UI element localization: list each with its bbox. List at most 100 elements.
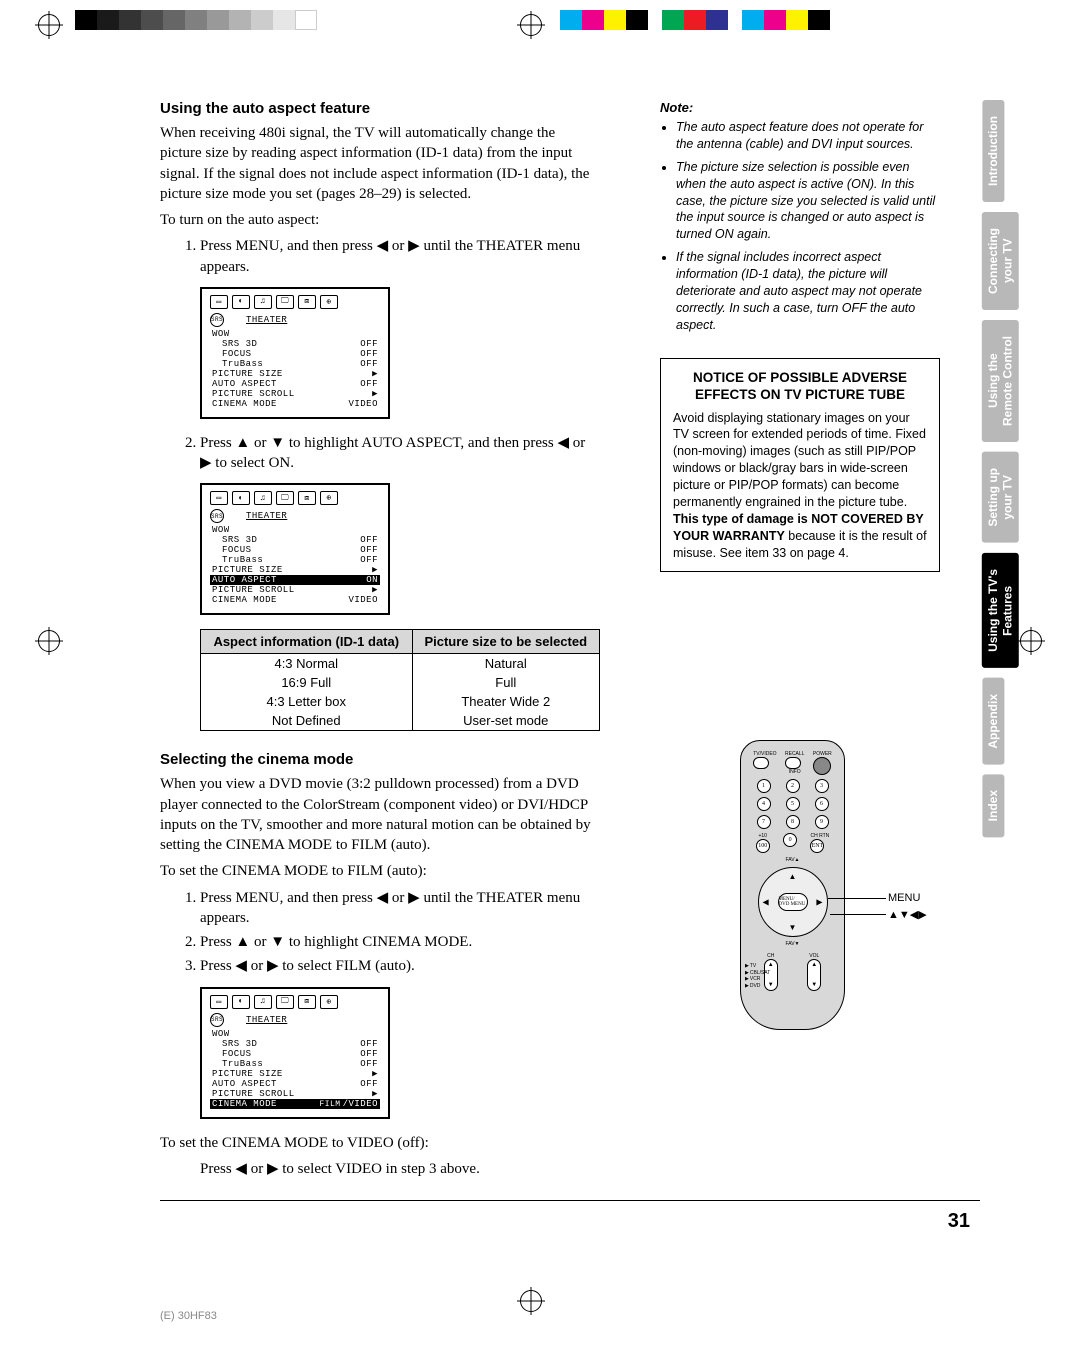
osd-row: TruBassOFF — [210, 359, 380, 369]
table-header: Aspect information (ID-1 data) — [201, 630, 413, 654]
table-row: 4:3 Letter boxTheater Wide 2 — [201, 692, 600, 711]
remote-num-button: 2 — [786, 779, 800, 793]
table-row: Not DefinedUser-set mode — [201, 711, 600, 731]
tab-remote: Using theRemote Control — [982, 320, 1019, 442]
note-item: The auto aspect feature does not operate… — [676, 119, 940, 153]
osd-row: WOW — [210, 1029, 380, 1039]
page-number: 31 — [948, 1210, 970, 1233]
note-heading: Note: — [660, 100, 940, 115]
footer-code: (E) 30HF83 — [160, 1310, 217, 1322]
remote-tvvideo-button — [753, 757, 769, 769]
body-text: When receiving 480i signal, the TV will … — [160, 123, 600, 204]
remote-num-button: 7 — [757, 815, 771, 829]
osd-row: PICTURE SIZE▶ — [210, 565, 380, 575]
osd-tab-icon: ⧈ — [298, 295, 316, 309]
osd-row: SRS 3DOFF — [210, 535, 380, 545]
color-bar — [560, 10, 830, 30]
osd-row: WOW — [210, 329, 380, 339]
heading-cinema-mode: Selecting the cinema mode — [160, 751, 600, 768]
srs-logo-icon: SRS — [210, 1013, 224, 1027]
left-arrow-icon: ◀ — [763, 898, 769, 907]
osd-screenshot-1: ▭ ◐ ♫ 🖵 ⧈ ⊕ SRSTHEATER WOWSRS 3DOFFFOCUS… — [200, 287, 390, 419]
notice-body: Avoid displaying stationary images on yo… — [673, 410, 927, 562]
remote-vol-rocker: ▲▼ — [807, 959, 821, 991]
remote-num-button: 3 — [815, 779, 829, 793]
osd-row: AUTO ASPECTOFF — [210, 379, 380, 389]
remote-num-button: 6 — [815, 797, 829, 811]
remote-recall-button — [785, 757, 801, 769]
osd-row: TruBassOFF — [210, 555, 380, 565]
tab-introduction: Introduction — [982, 100, 1004, 202]
heading-auto-aspect: Using the auto aspect feature — [160, 100, 600, 117]
up-arrow-icon: ▲ — [789, 872, 797, 881]
osd-tab-icon: ◐ — [232, 295, 250, 309]
table-row: 16:9 FullFull — [201, 673, 600, 692]
osd-tab-icon: ▭ — [210, 491, 228, 505]
step: Press MENU, and then press ◀ or ▶ until … — [200, 236, 600, 277]
remote-100-button: 100 — [756, 839, 770, 853]
table-header: Picture size to be selected — [412, 630, 599, 654]
remote-num-button: 8 — [786, 815, 800, 829]
step: Press ▲ or ▼ to highlight CINEMA MODE. — [200, 932, 600, 952]
osd-tab-icon: ◐ — [232, 491, 250, 505]
body-text: To set the CINEMA MODE to VIDEO (off): — [160, 1133, 600, 1153]
osd-tab-icon: ⊕ — [320, 995, 338, 1009]
osd-screenshot-3: ▭ ◐ ♫ 🖵 ⧈ ⊕ SRSTHEATER WOWSRS 3DOFFFOCUS… — [200, 987, 390, 1119]
osd-row: SRS 3DOFF — [210, 1039, 380, 1049]
osd-tab-icon: ♫ — [254, 491, 272, 505]
osd-tab-icon: ⧈ — [298, 995, 316, 1009]
osd-tab-icon: ♫ — [254, 295, 272, 309]
registration-mark-icon — [520, 1290, 542, 1312]
osd-row: FOCUSOFF — [210, 349, 380, 359]
body-text: To set the CINEMA MODE to FILM (auto): — [160, 861, 600, 881]
osd-tab-icon: ⊕ — [320, 491, 338, 505]
callout-arrows: ▲▼◀▶ — [888, 908, 927, 921]
registration-mark-icon — [38, 14, 60, 36]
remote-num-button: 5 — [786, 797, 800, 811]
table-row: 4:3 NormalNatural — [201, 654, 600, 674]
srs-logo-icon: SRS — [210, 509, 224, 523]
remote-num-button: 0 — [783, 833, 797, 847]
step: Press MENU, and then press ◀ or ▶ until … — [200, 888, 600, 929]
osd-row: FOCUSOFF — [210, 1049, 380, 1059]
osd-row: PICTURE SCROLL▶ — [210, 1089, 380, 1099]
tab-features: Using the TV'sFeatures — [982, 553, 1019, 668]
notice-title: NOTICE OF POSSIBLE ADVERSE EFFECTS ON TV… — [673, 369, 927, 404]
osd-tab-icon: ⧈ — [298, 491, 316, 505]
osd-row: CINEMA MODEFILM/VIDEO — [210, 1099, 380, 1109]
tab-connecting: Connectingyour TV — [982, 212, 1019, 310]
tab-index: Index — [982, 774, 1004, 837]
srs-logo-icon: SRS — [210, 313, 224, 327]
remote-num-button: 4 — [757, 797, 771, 811]
registration-mark-icon — [38, 630, 60, 652]
section-tabs: Introduction Connectingyour TV Using the… — [982, 100, 1038, 848]
step: Press ◀ or ▶ to select FILM (auto). — [200, 956, 600, 976]
remote-diagram: TV/VIDEO RECALLINFO POWER 123 456 789 +1… — [740, 740, 910, 1030]
right-arrow-icon: ▶ — [816, 898, 822, 907]
id1-table: Aspect information (ID-1 data)Picture si… — [200, 629, 600, 731]
osd-tab-icon: ⊕ — [320, 295, 338, 309]
note-item: If the signal includes incorrect aspect … — [676, 249, 940, 333]
osd-row: CINEMA MODEVIDEO — [210, 399, 380, 409]
remote-ent-button: ENT — [810, 839, 824, 853]
step: Press ▲ or ▼ to highlight AUTO ASPECT, a… — [200, 433, 600, 474]
callout-menu: MENU — [888, 892, 920, 904]
osd-tab-icon: ▭ — [210, 295, 228, 309]
osd-row: FOCUSOFF — [210, 545, 380, 555]
body-text: Press ◀ or ▶ to select VIDEO in step 3 a… — [160, 1159, 600, 1179]
osd-row: WOW — [210, 525, 380, 535]
osd-row: PICTURE SCROLL▶ — [210, 389, 380, 399]
osd-row: PICTURE SIZE▶ — [210, 369, 380, 379]
osd-row: CINEMA MODEVIDEO — [210, 595, 380, 605]
osd-tab-icon: 🖵 — [276, 995, 294, 1009]
remote-num-button: 1 — [757, 779, 771, 793]
osd-tab-icon: ◐ — [232, 995, 250, 1009]
osd-row: AUTO ASPECTOFF — [210, 1079, 380, 1089]
remote-dpad: ▲ ▼ ◀ ▶ MENU/ DVD MENU — [758, 867, 828, 937]
remote-mode-labels: TVCBL/SATVCRDVD — [745, 963, 770, 989]
osd-screenshot-2: ▭ ◐ ♫ 🖵 ⧈ ⊕ SRSTHEATER WOWSRS 3DOFFFOCUS… — [200, 483, 390, 615]
grayscale-bar — [75, 10, 317, 30]
body-text: When you view a DVD movie (3:2 pulldown … — [160, 774, 600, 855]
tab-setting-up: Setting upyour TV — [982, 452, 1019, 543]
tab-appendix: Appendix — [982, 678, 1004, 765]
